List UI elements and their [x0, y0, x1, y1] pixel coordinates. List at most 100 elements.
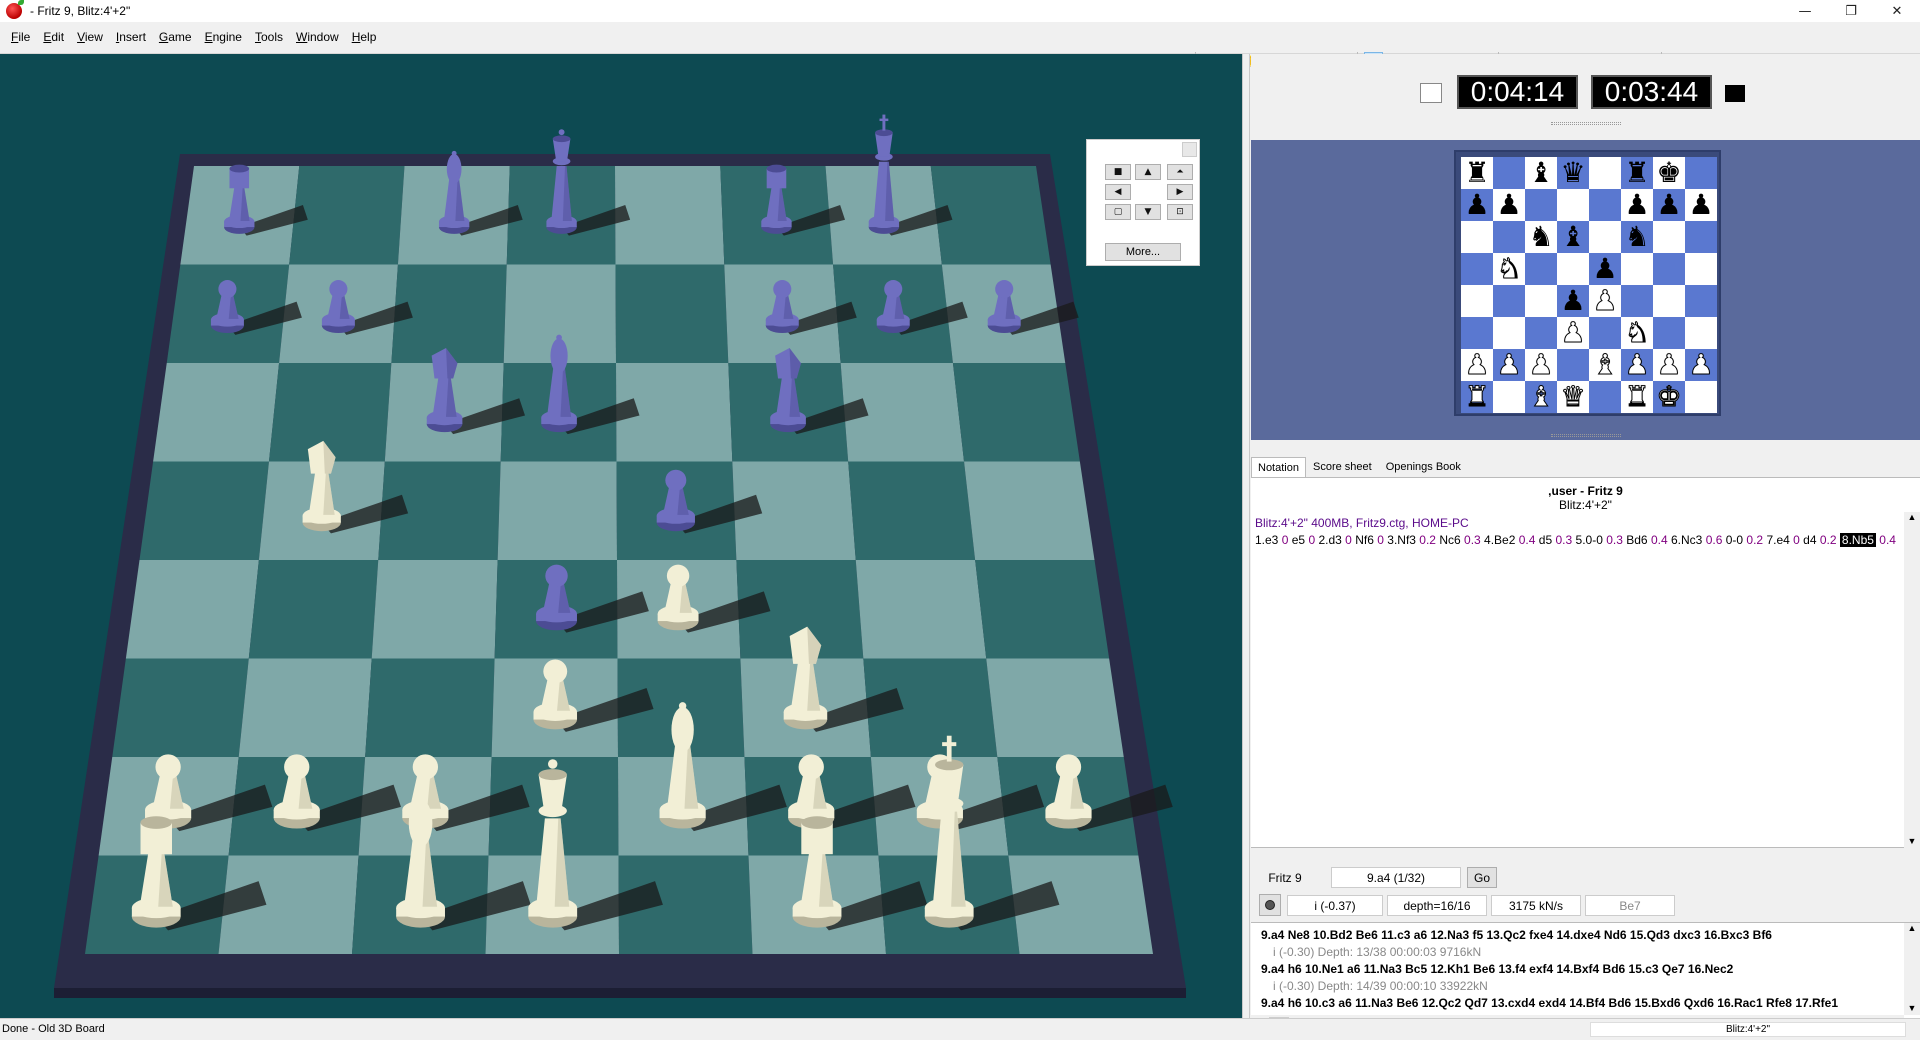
move[interactable]: 2.d3 [1318, 533, 1341, 547]
square-h1[interactable] [1685, 381, 1717, 413]
square-g3[interactable] [1653, 317, 1685, 349]
board-square-b6[interactable] [268, 363, 392, 462]
3d-board-view[interactable]: ■ ▲ ⏶ ◀ ▶ ▢ ▼ ⊡ More... [0, 54, 1242, 1018]
move[interactable]: d5 [1539, 533, 1552, 547]
menu-item-game[interactable]: Game [158, 29, 193, 45]
square-a7[interactable]: ♟ [1461, 189, 1493, 221]
square-d6[interactable]: ♝ [1557, 221, 1589, 253]
square-b7[interactable]: ♟ [1493, 189, 1525, 221]
square-f5[interactable] [1621, 253, 1653, 285]
move[interactable]: Nc6 [1439, 533, 1460, 547]
board-square-h6[interactable] [952, 363, 1080, 462]
scroll-down-icon[interactable]: ▼ [1904, 1003, 1920, 1013]
pane-grip[interactable] [1551, 434, 1621, 437]
square-a1[interactable]: ♜ [1461, 381, 1493, 413]
square-g2[interactable]: ♟ [1653, 349, 1685, 381]
square-h5[interactable] [1685, 253, 1717, 285]
square-a2[interactable]: ♟ [1461, 349, 1493, 381]
board-square-h5[interactable] [964, 461, 1095, 561]
menu-item-edit[interactable]: Edit [42, 29, 65, 45]
square-g4[interactable] [1653, 285, 1685, 317]
square-g5[interactable] [1653, 253, 1685, 285]
square-b4[interactable] [1493, 285, 1525, 317]
board-square-c3[interactable] [365, 658, 495, 758]
square-f8[interactable]: ♜ [1621, 157, 1653, 189]
move[interactable]: e5 [1292, 533, 1305, 547]
menu-item-view[interactable]: View [76, 29, 104, 45]
controls-close-button[interactable] [1182, 142, 1197, 157]
square-c7[interactable] [1525, 189, 1557, 221]
move[interactable]: Bd6 [1626, 533, 1647, 547]
board-square-b3[interactable] [238, 658, 372, 758]
square-e7[interactable] [1589, 189, 1621, 221]
square-f6[interactable]: ♞ [1621, 221, 1653, 253]
square-h3[interactable] [1685, 317, 1717, 349]
center-button[interactable]: ⊡ [1167, 204, 1193, 220]
square-c4[interactable] [1525, 285, 1557, 317]
scroll-up-icon[interactable]: ▲ [1904, 512, 1920, 522]
board-square-g4[interactable] [855, 560, 987, 659]
move[interactable]: Nf6 [1355, 533, 1374, 547]
square-h8[interactable] [1685, 157, 1717, 189]
square-button[interactable]: ▢ [1105, 204, 1131, 220]
square-h7[interactable]: ♟ [1685, 189, 1717, 221]
move[interactable]: 7.e4 [1766, 533, 1789, 547]
square-g6[interactable] [1653, 221, 1685, 253]
square-a6[interactable] [1461, 221, 1493, 253]
square-a8[interactable]: ♜ [1461, 157, 1493, 189]
board-square-h3[interactable] [986, 658, 1124, 758]
square-d3[interactable]: ♟ [1557, 317, 1589, 349]
menu-item-file[interactable]: File [10, 29, 31, 45]
square-c3[interactable] [1525, 317, 1557, 349]
board-square-d5[interactable] [497, 461, 617, 561]
square-f4[interactable] [1621, 285, 1653, 317]
square-e5[interactable]: ♟ [1589, 253, 1621, 285]
square-f1[interactable]: ♜ [1621, 381, 1653, 413]
square-c5[interactable] [1525, 253, 1557, 285]
square-g1[interactable]: ♚ [1653, 381, 1685, 413]
move[interactable]: 8.Nb5 [1839, 533, 1876, 547]
square-f2[interactable]: ♟ [1621, 349, 1653, 381]
square-c2[interactable]: ♟ [1525, 349, 1557, 381]
stop-button[interactable]: ■ [1105, 164, 1131, 180]
square-b6[interactable] [1493, 221, 1525, 253]
move[interactable]: 4.Be2 [1484, 533, 1515, 547]
square-e3[interactable] [1589, 317, 1621, 349]
board-square-b4[interactable] [248, 560, 379, 659]
board-square-a5[interactable] [139, 461, 269, 561]
board-square-e8[interactable] [615, 166, 725, 265]
square-d2[interactable] [1557, 349, 1589, 381]
board-square-a4[interactable] [125, 560, 259, 659]
notation-scrollbar[interactable]: ▲ ▼ [1904, 512, 1920, 848]
close-button[interactable]: ✕ [1874, 0, 1920, 22]
move[interactable]: d4 [1803, 533, 1816, 547]
tab-openings-book[interactable]: Openings Book [1379, 456, 1468, 477]
square-b5[interactable]: ♞ [1493, 253, 1525, 285]
board-square-b8[interactable] [289, 166, 405, 265]
menu-item-window[interactable]: Window [295, 29, 340, 45]
square-g8[interactable]: ♚ [1653, 157, 1685, 189]
square-d5[interactable] [1557, 253, 1589, 285]
board-square-h4[interactable] [975, 560, 1110, 659]
square-b2[interactable]: ♟ [1493, 349, 1525, 381]
square-d4[interactable]: ♟ [1557, 285, 1589, 317]
move[interactable]: 1.e3 [1255, 533, 1278, 547]
square-f7[interactable]: ♟ [1621, 189, 1653, 221]
raise-button[interactable]: ⏶ [1167, 164, 1193, 180]
square-c8[interactable]: ♝ [1525, 157, 1557, 189]
move[interactable]: 5.0-0 [1576, 533, 1603, 547]
square-e1[interactable] [1589, 381, 1621, 413]
board-square-a3[interactable] [112, 658, 249, 758]
square-b8[interactable] [1493, 157, 1525, 189]
square-d1[interactable]: ♛ [1557, 381, 1589, 413]
square-a3[interactable] [1461, 317, 1493, 349]
square-c1[interactable]: ♝ [1525, 381, 1557, 413]
pane-splitter[interactable] [1242, 54, 1250, 1018]
2d-board[interactable]: ♜ ♝ ♛ ♜ ♚ ♟ ♟ ♟ ♟ ♟ ♞ ♝ ♞ ♞ ♟ ♟ ♟ ♟ ♞ ♟ ♟ ♟ ♝ ♟ ♟ ♟ ♜ ♝ ♛ ♜ ♚ [1454, 150, 1721, 416]
tab-score-sheet[interactable]: Score sheet [1306, 456, 1379, 477]
tab-notation[interactable]: Notation [1251, 457, 1306, 477]
analysis-line[interactable]: 9.a4 h6 10.c3 a6 11.Na3 Be6 12.Qc2 Qd7 1… [1251, 995, 1920, 1012]
menu-item-help[interactable]: Help [351, 29, 378, 45]
move[interactable]: 0-0 [1726, 533, 1743, 547]
square-a5[interactable] [1461, 253, 1493, 285]
